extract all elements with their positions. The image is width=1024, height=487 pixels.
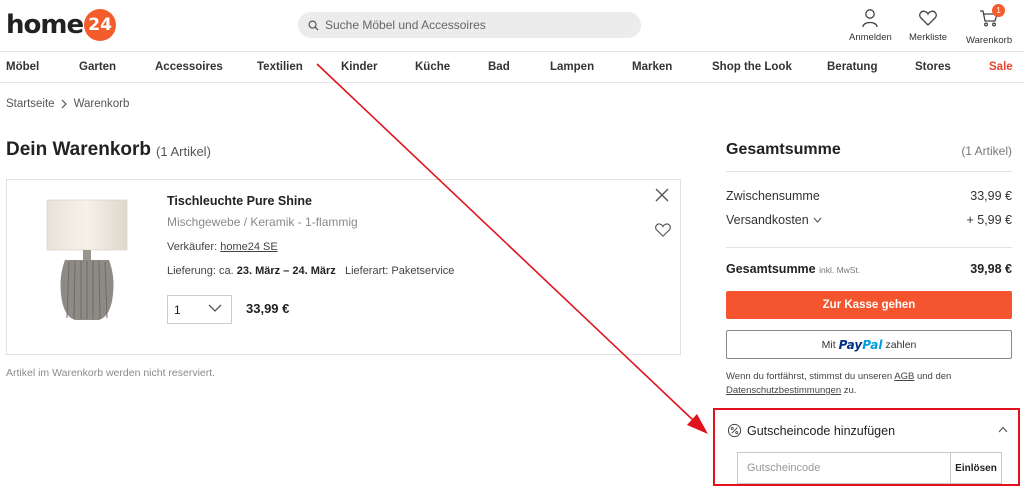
nav-item-textilien[interactable]: Textilien (257, 61, 303, 73)
main-nav: Möbel Garten Accessoires Textilien Kinde… (0, 53, 1024, 83)
checkout-button[interactable]: Zur Kasse gehen (726, 291, 1012, 319)
total-row: Gesamtsumme inkl. MwSt. 39,98 € (726, 262, 1012, 276)
summary-divider (726, 247, 1012, 248)
summary-divider (726, 171, 1012, 172)
cart-button[interactable]: 1 Warenkorb (966, 4, 1013, 46)
login-label: Anmelden (849, 32, 892, 43)
search-icon (308, 20, 319, 31)
paypal-logo: PayPal (838, 337, 883, 352)
summary-item-count: (1 Artikel) (961, 144, 1012, 158)
remove-item-close-icon[interactable] (655, 188, 669, 202)
delivery-dates: 23. März – 24. März (236, 265, 336, 277)
nav-item-accessoires[interactable]: Accessoires (155, 61, 223, 73)
nav-item-stores[interactable]: Stores (915, 61, 951, 73)
nav-item-lampen[interactable]: Lampen (550, 61, 594, 73)
page-title: Dein Warenkorb (6, 139, 151, 160)
seller-label: Verkäufer: (167, 241, 218, 253)
shipping-row[interactable]: Versandkosten + 5,99 € (726, 213, 1012, 227)
summary-title: Gesamtsumme (726, 141, 841, 158)
coupon-section: Gutscheincode hinzufügen Einlösen (713, 408, 1020, 486)
cart-item-card: Tischleuchte Pure Shine Mischgewebe / Ke… (6, 179, 681, 355)
product-delivery: Lieferung: ca. 23. März – 24. März Liefe… (167, 265, 454, 277)
user-icon (862, 9, 879, 28)
delivery-label: Lieferung: ca. (167, 265, 234, 277)
shipping-value: + 5,99 € (966, 213, 1012, 227)
paypal-button[interactable]: Mit PayPal zahlen (726, 330, 1012, 359)
delivery-type: Lieferart: Paketservice (344, 265, 455, 277)
product-material: Mischgewebe / Keramik - 1-flammig (167, 215, 358, 229)
nav-item-moebel[interactable]: Möbel (6, 61, 39, 73)
product-seller: Verkäufer: home24 SE (167, 241, 278, 253)
heart-icon (919, 10, 937, 26)
nav-item-beratung[interactable]: Beratung (827, 61, 877, 73)
coupon-percent-icon (727, 423, 742, 438)
quantity-select[interactable]: 1 (167, 295, 232, 324)
search-input[interactable] (325, 18, 625, 32)
subtotal-label: Zwischensumme (726, 189, 820, 203)
consent-text-part: zu. (843, 385, 857, 396)
agb-link[interactable]: AGB (894, 371, 914, 382)
redeem-coupon-button[interactable]: Einlösen (950, 452, 1002, 484)
total-label: Gesamtsumme (726, 262, 816, 276)
search-bar[interactable] (298, 12, 641, 38)
logo-badge: 24 (84, 9, 117, 41)
consent-text-part: und den (916, 371, 952, 382)
wishlist-button[interactable]: Merkliste (909, 8, 947, 43)
coupon-code-input[interactable] (737, 452, 950, 484)
breadcrumb-current: Warenkorb (73, 98, 130, 110)
chevron-down-icon (813, 217, 822, 223)
nav-item-kinder[interactable]: Kinder (341, 61, 377, 73)
wishlist-label: Merkliste (909, 32, 948, 43)
subtotal-value: 33,99 € (970, 189, 1012, 203)
nav-item-kueche[interactable]: Küche (415, 61, 450, 73)
chevron-down-icon (208, 304, 222, 312)
nav-item-garten[interactable]: Garten (79, 61, 116, 73)
breadcrumb: Startseite Warenkorb (6, 98, 129, 110)
add-to-wishlist-heart-icon[interactable] (654, 222, 672, 238)
nav-item-sale[interactable]: Sale (989, 61, 1013, 73)
product-name[interactable]: Tischleuchte Pure Shine (167, 194, 312, 208)
breadcrumb-home[interactable]: Startseite (6, 98, 55, 110)
not-reserved-note: Artikel im Warenkorb werden nicht reserv… (6, 367, 216, 379)
cart-label: Warenkorb (966, 35, 1013, 46)
subtotal-row: Zwischensumme 33,99 € (726, 189, 1012, 203)
home24-logo[interactable]: home 24 (6, 8, 117, 42)
consent-text: Wenn du fortfährst, stimmst du unseren A… (726, 370, 1016, 398)
product-image-table-lamp[interactable] (45, 198, 129, 324)
consent-text-part: Wenn du fortfährst, stimmst du unseren (726, 371, 893, 382)
quantity-value: 1 (174, 302, 181, 317)
cart-count-badge: 1 (992, 4, 1006, 17)
site-header: home 24 Anmelden Merkliste 1 Warenkorb (0, 0, 1024, 52)
privacy-link[interactable]: Datenschutzbestimmungen (726, 385, 841, 396)
nav-item-bad[interactable]: Bad (488, 61, 510, 73)
paypal-prefix: Mit (821, 338, 836, 351)
product-price: 33,99 € (246, 301, 290, 316)
total-value: 39,98 € (970, 262, 1012, 276)
chevron-up-icon[interactable] (998, 426, 1008, 433)
paypal-suffix: zahlen (885, 338, 917, 351)
nav-item-marken[interactable]: Marken (632, 61, 672, 73)
chevron-right-icon (61, 99, 67, 109)
shipping-label: Versandkosten (726, 213, 809, 227)
page-item-count: (1 Artikel) (156, 144, 211, 159)
total-vat-note: inkl. MwSt. (819, 265, 861, 275)
seller-link[interactable]: home24 SE (220, 241, 277, 253)
nav-item-shop-the-look[interactable]: Shop the Look (712, 61, 792, 73)
logo-text: home (6, 10, 84, 40)
login-button[interactable]: Anmelden (849, 8, 892, 43)
coupon-toggle[interactable]: Gutscheincode hinzufügen (727, 423, 895, 438)
coupon-title: Gutscheincode hinzufügen (747, 423, 896, 438)
